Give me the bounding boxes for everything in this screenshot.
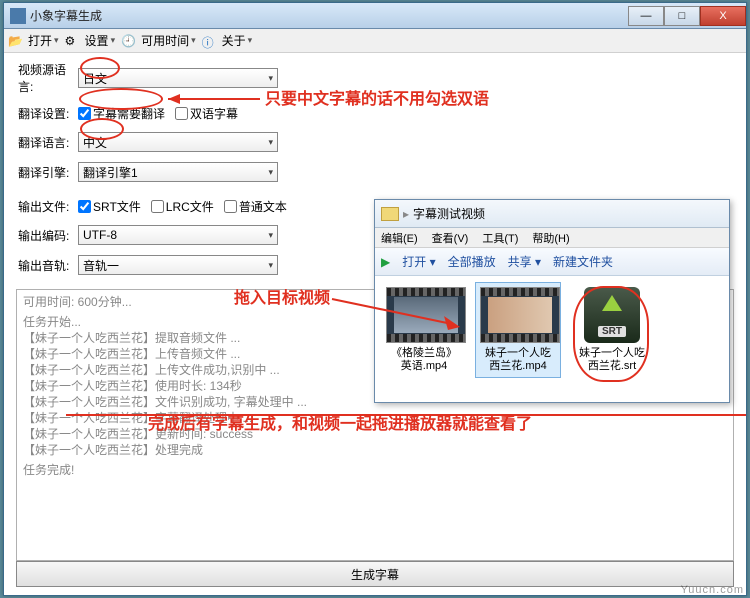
video-thumb [480, 287, 560, 343]
explorer-window: ▸ 字幕测试视频 编辑(E) 查看(V) 工具(T) 帮助(H) ▶ 打开 ▾ … [374, 199, 730, 403]
log-line: 【妹子一个人吃西兰花】字幕翻译处理中 ... [23, 410, 727, 426]
log-done: 任务完成! [23, 462, 727, 478]
plain-checkbox[interactable]: 普通文本 [224, 198, 287, 215]
address-bar[interactable]: ▸ 字幕测试视频 [375, 200, 729, 228]
trans-lang-select[interactable]: 中文▾ [78, 132, 278, 152]
file-item-selected[interactable]: 妹子一个人吃西兰花.mp4 [475, 282, 561, 378]
encoding-select[interactable]: UTF-8▾ [78, 225, 278, 245]
clock-icon: 🕘 [121, 34, 135, 48]
menu-settings-label: 设置 [85, 32, 109, 49]
engine-value: 翻译引擎1 [83, 164, 138, 181]
engine-select[interactable]: 翻译引擎1▾ [78, 162, 278, 182]
exp-playall[interactable]: 全部播放 [448, 253, 496, 270]
gear-icon: ⚙ [65, 34, 79, 48]
source-lang-select[interactable]: 日文▾ [78, 68, 278, 88]
exp-menu-edit[interactable]: 编辑(E) [381, 230, 418, 246]
folder-path: 字幕测试视频 [413, 205, 485, 222]
generate-button[interactable]: 生成字幕 [16, 561, 734, 587]
video-thumb [386, 287, 466, 343]
file-item[interactable]: 《格陵兰岛》英语.mp4 [381, 282, 467, 378]
srt-thumb: SRT [584, 287, 640, 343]
info-icon: ⓘ [202, 34, 216, 48]
menu-about-label: 关于 [222, 32, 246, 49]
file-item[interactable]: SRT 妹子一个人吃西兰花.srt [569, 282, 655, 378]
trans-lang-label: 翻译语言: [18, 134, 78, 151]
need-trans-checkbox[interactable]: 字幕需要翻译 [78, 105, 165, 122]
outfile-label: 输出文件: [18, 198, 78, 215]
watermark: Yuucn.com [681, 584, 744, 596]
source-lang-value: 日文 [83, 70, 107, 87]
menu-time[interactable]: 可用时间▾ [137, 30, 200, 51]
explorer-toolbar: ▶ 打开 ▾ 全部播放 共享 ▾ 新建文件夹 [375, 248, 729, 276]
exp-newfolder[interactable]: 新建文件夹 [553, 253, 613, 270]
source-lang-label: 视频源语言: [18, 61, 78, 95]
file-name: 妹子一个人吃西兰花.mp4 [480, 347, 556, 373]
track-value: 音轨一 [83, 257, 119, 274]
menu-open[interactable]: 打开▾ [24, 30, 63, 51]
track-select[interactable]: 音轨一▾ [78, 255, 278, 275]
window-title: 小象字幕生成 [30, 7, 628, 24]
breadcrumb-sep: ▸ [403, 207, 409, 221]
play-icon: ▶ [381, 255, 390, 269]
log-line: 【妹子一个人吃西兰花】处理完成 [23, 442, 727, 458]
menu-settings[interactable]: 设置▾ [81, 30, 120, 51]
srt-checkbox[interactable]: SRT文件 [78, 198, 141, 215]
trans-lang-value: 中文 [83, 134, 107, 151]
exp-share[interactable]: 共享 ▾ [508, 253, 541, 270]
maximize-button[interactable]: □ [664, 6, 700, 26]
window-buttons: — □ X [628, 6, 746, 26]
log-line: 【妹子一个人吃西兰花】更新时间: success [23, 426, 727, 442]
file-name: 妹子一个人吃西兰花.srt [574, 347, 650, 373]
explorer-menubar: 编辑(E) 查看(V) 工具(T) 帮助(H) [375, 228, 729, 248]
file-name: 《格陵兰岛》英语.mp4 [386, 347, 462, 373]
folder-icon [381, 207, 399, 221]
open-icon: 📂 [8, 34, 22, 48]
trans-set-label: 翻译设置: [18, 105, 78, 122]
close-button[interactable]: X [700, 6, 746, 26]
engine-label: 翻译引擎: [18, 164, 78, 181]
exp-menu-tools[interactable]: 工具(T) [482, 230, 518, 246]
exp-open[interactable]: 打开 ▾ [402, 253, 435, 270]
menubar: 📂 打开▾ ⚙ 设置▾ 🕘 可用时间▾ ⓘ 关于▾ [4, 29, 746, 53]
menu-about[interactable]: 关于▾ [218, 30, 257, 51]
menu-time-label: 可用时间 [141, 32, 189, 49]
encoding-value: UTF-8 [83, 228, 117, 242]
app-icon [10, 8, 26, 24]
lrc-checkbox[interactable]: LRC文件 [151, 198, 214, 215]
bilingual-checkbox[interactable]: 双语字幕 [175, 105, 238, 122]
exp-menu-view[interactable]: 查看(V) [432, 230, 469, 246]
exp-menu-help[interactable]: 帮助(H) [532, 230, 569, 246]
explorer-body: 《格陵兰岛》英语.mp4 妹子一个人吃西兰花.mp4 SRT 妹子一个人吃西兰花… [375, 276, 729, 384]
track-label: 输出音轨: [18, 257, 78, 274]
bottom-bar: 生成字幕 [16, 561, 734, 587]
encoding-label: 输出编码: [18, 227, 78, 244]
minimize-button[interactable]: — [628, 6, 664, 26]
titlebar: 小象字幕生成 — □ X [4, 3, 746, 29]
menu-open-label: 打开 [28, 32, 52, 49]
